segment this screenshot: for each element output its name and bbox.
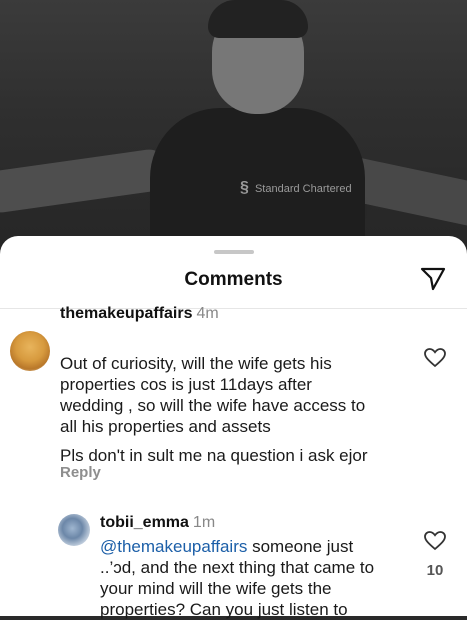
avatar[interactable] [58,514,90,546]
sheet-drag-handle[interactable] [214,250,254,254]
comment-text: @themakeupaffairs someone just ..’ɔd, an… [100,536,374,620]
comment-header: themakeupaffairs 4m [60,305,219,323]
avatar[interactable] [10,331,50,371]
player-hair [208,0,308,38]
comment-header: tobii_emma 1m [100,514,215,532]
comment-line: your mind will the wife gets the [100,579,332,598]
comment-line: wedding , so will the wife have access t… [60,396,366,415]
comment-line: properties cos is just 11days after [60,375,312,394]
comment-text: Out of curiosity, will the wife gets his… [60,353,368,466]
comment-line: @themakeupaffairs someone just [100,536,374,557]
post-background-photo: § Standard Chartered [0,0,467,250]
comment-time: 4m [196,305,219,322]
jersey-sponsor-logo: § Standard Chartered [240,179,352,196]
send-icon[interactable] [420,266,446,292]
sponsor-text: Standard Chartered [254,183,352,195]
heart-outline-icon[interactable] [424,348,446,368]
comment-username[interactable]: themakeupaffairs [60,305,193,322]
comment-line: all his properties and assets [60,417,271,436]
comment-time: 1m [192,514,216,531]
comment-line-rest: someone just [247,537,354,556]
player-jersey [150,108,365,250]
comments-sheet: Comments themakeupaffairs 4m Out of curio… [0,236,467,619]
like-count[interactable]: 10 [418,562,452,579]
comment-line: Out of curiosity, will the wife gets his [60,354,332,373]
comments-title: Comments [184,269,283,290]
comment-username[interactable]: tobii_emma [100,514,189,531]
comment-line: properties? Can you just listen to [100,600,348,619]
comment-line: Pls don't in sult me na question i ask e… [60,446,368,465]
sponsor-mark-icon: § [240,179,249,196]
reply-button[interactable]: Reply [60,464,101,481]
heart-outline-icon[interactable] [424,531,446,551]
comment-line: ..’ɔd, and the next thing that came to [100,558,375,577]
player-left-arm [0,146,172,216]
mention-link[interactable]: @themakeupaffairs [100,537,247,556]
